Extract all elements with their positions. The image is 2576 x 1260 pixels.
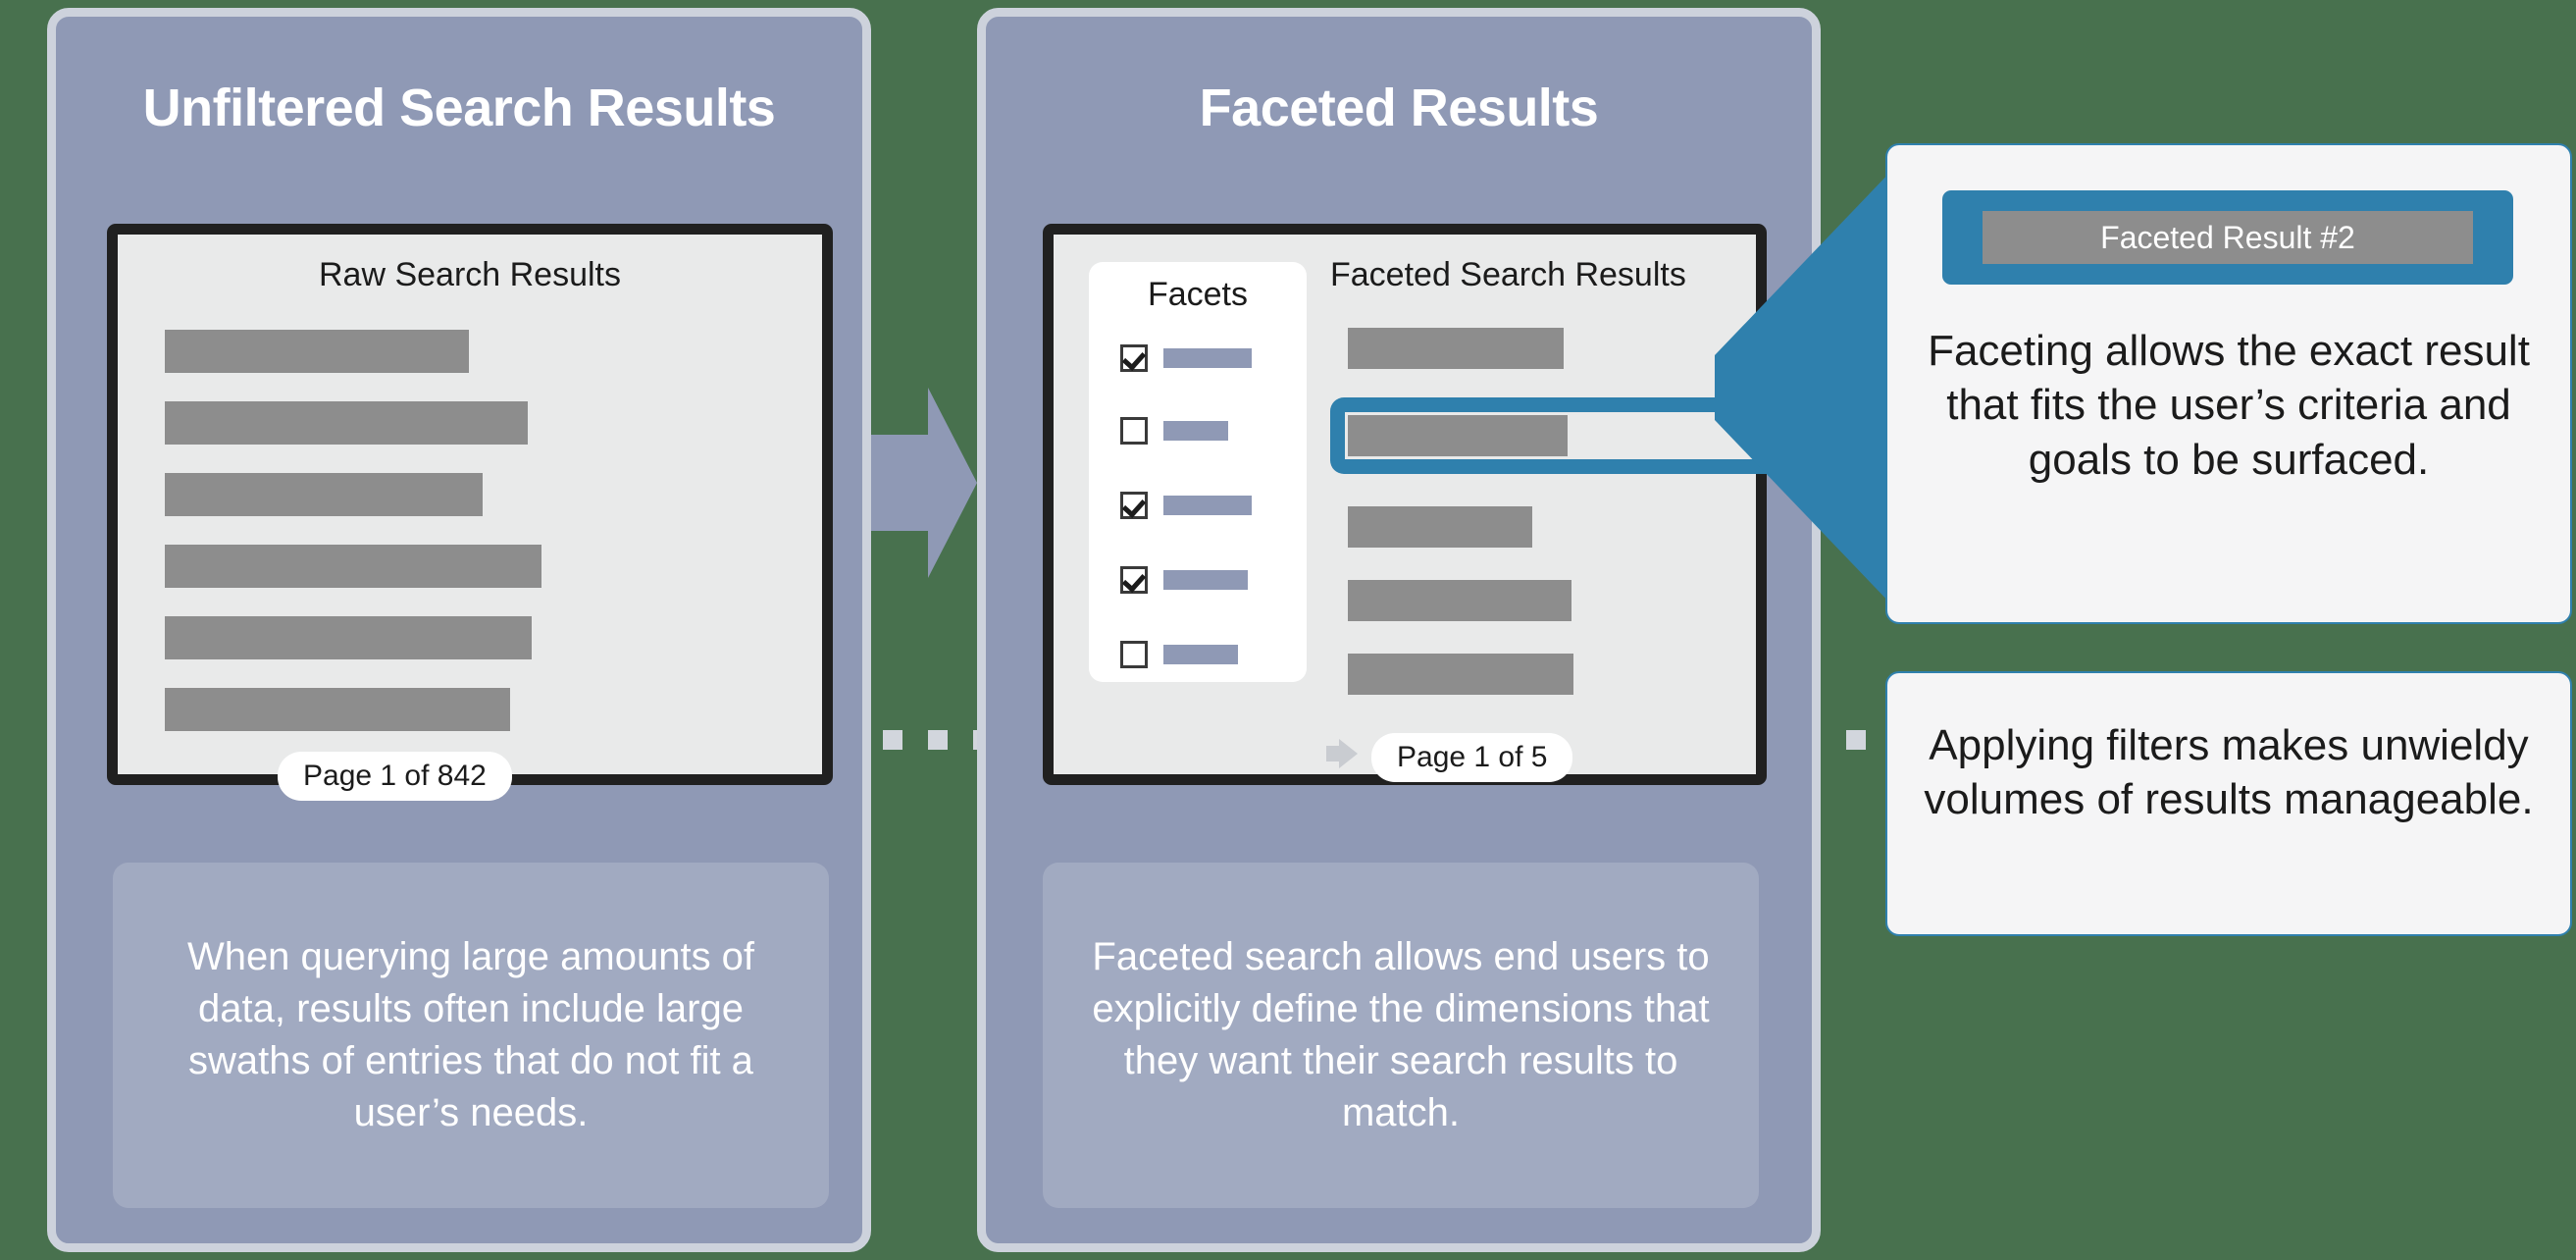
result-row[interactable]: [165, 401, 528, 445]
result-row[interactable]: [165, 545, 541, 588]
unfiltered-caption: When querying large amounts of data, res…: [113, 863, 829, 1208]
facet-checkbox-checked[interactable]: [1120, 344, 1148, 372]
result-row[interactable]: [165, 688, 510, 731]
callout-chip-label: Faceted Result #2: [1983, 211, 2473, 264]
facet-item[interactable]: [1120, 344, 1252, 372]
pagination-chevron-icon: [1326, 739, 1358, 768]
panel-title-unfiltered: Unfiltered Search Results: [142, 79, 776, 137]
facet-checkbox-unchecked[interactable]: [1120, 417, 1148, 445]
facet-label-bar: [1163, 645, 1238, 664]
callout-top-text: Faceting allows the exact result that fi…: [1928, 327, 2530, 484]
diagram-canvas: Unfiltered Search Results Raw Search Res…: [0, 0, 2576, 1260]
faceted-caption: Faceted search allows end users to expli…: [1043, 863, 1759, 1208]
faceted-caption-text: Faceted search allows end users to expli…: [1092, 934, 1710, 1135]
raw-search-results-heading: Raw Search Results: [318, 256, 621, 293]
faceted-result-row[interactable]: [1348, 654, 1573, 695]
page-indicator-faceted[interactable]: Page 1 of 5: [1371, 733, 1573, 782]
result-row[interactable]: [165, 473, 483, 516]
raw-search-results-window: Raw Search Results Page 1 of 842: [107, 224, 833, 801]
facets-card: Facets: [1089, 262, 1307, 682]
faceted-result-row[interactable]: [1348, 328, 1564, 369]
callout-bottom-text: Applying filters makes unwieldy volumes …: [1924, 721, 2534, 824]
facet-checkbox-checked[interactable]: [1120, 492, 1148, 519]
faceted-result-row[interactable]: [1348, 580, 1571, 621]
callout-chip: Faceted Result #2: [1942, 190, 2513, 285]
facet-item[interactable]: [1120, 492, 1252, 519]
facet-checkbox-checked[interactable]: [1120, 566, 1148, 594]
result-row[interactable]: [165, 330, 469, 373]
callout-faceted-result: Faceted Result #2 Faceting allows the ex…: [1885, 143, 2572, 624]
callout-pointer-icon: [1715, 167, 1895, 608]
facets-heading: Facets: [1147, 276, 1249, 313]
page-indicator-unfiltered[interactable]: Page 1 of 842: [278, 752, 512, 801]
faceted-results-panel: Faceted Results Facets Faceted Search Re…: [977, 8, 1821, 1252]
flow-arrow-icon: [871, 388, 977, 578]
facet-label-bar: [1163, 348, 1252, 368]
faceted-result-row[interactable]: [1348, 506, 1532, 548]
facet-label-bar: [1163, 570, 1248, 590]
facet-label-bar: [1163, 421, 1228, 441]
unfiltered-results-panel: Unfiltered Search Results Raw Search Res…: [47, 8, 871, 1252]
callout-applying-filters: Applying filters makes unwieldy volumes …: [1885, 671, 2572, 936]
facet-item[interactable]: [1120, 417, 1228, 445]
faceted-results-heading: Faceted Search Results: [1330, 256, 1686, 293]
facet-item[interactable]: [1120, 641, 1238, 668]
faceted-search-results-window: Facets Faceted Search Results Page 1 of …: [1043, 224, 1787, 785]
result-row[interactable]: [165, 616, 532, 659]
facet-checkbox-unchecked[interactable]: [1120, 641, 1148, 668]
faceted-result-row-highlighted[interactable]: [1348, 415, 1568, 456]
panel-title-faceted: Faceted Results: [1199, 79, 1599, 137]
unfiltered-caption-text: When querying large amounts of data, res…: [186, 934, 755, 1135]
facet-item[interactable]: [1120, 566, 1248, 594]
facet-label-bar: [1163, 496, 1252, 515]
